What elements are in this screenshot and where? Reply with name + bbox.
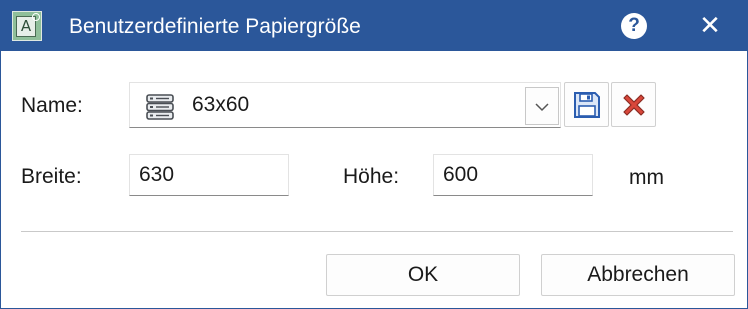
help-button[interactable]: ? (609, 1, 659, 51)
name-combobox[interactable]: 63x60 (129, 82, 561, 128)
database-icon (146, 94, 174, 120)
chevron-down-icon (535, 103, 549, 111)
app-icon-badge (32, 13, 40, 21)
height-field[interactable]: 600 (433, 154, 593, 196)
width-field[interactable]: 630 (129, 154, 289, 196)
delete-preset-button[interactable] (611, 82, 656, 127)
unit-label: mm (629, 166, 664, 189)
save-preset-button[interactable] (564, 82, 609, 127)
separator (21, 231, 733, 232)
floppy-disk-icon (574, 92, 600, 118)
height-label: Höhe: (343, 165, 400, 188)
dialog-title: Benutzerdefinierte Papiergröße (69, 15, 361, 38)
custom-paper-size-dialog: A Benutzerdefinierte Papiergröße ? ✕ Nam… (0, 0, 748, 309)
ok-button[interactable]: OK (326, 254, 520, 296)
cancel-button[interactable]: Abbrechen (541, 254, 735, 296)
close-button[interactable]: ✕ (685, 1, 735, 51)
height-value: 600 (443, 163, 479, 186)
width-value: 630 (139, 163, 175, 186)
name-label: Name: (21, 94, 83, 117)
app-icon: A (12, 11, 42, 41)
name-dropdown-button[interactable] (525, 87, 559, 125)
title-bar[interactable]: A Benutzerdefinierte Papiergröße ? ✕ (1, 1, 747, 51)
name-value: 63x60 (192, 93, 250, 116)
help-icon: ? (621, 13, 647, 39)
width-label: Breite: (21, 165, 82, 188)
red-x-icon (623, 94, 645, 116)
